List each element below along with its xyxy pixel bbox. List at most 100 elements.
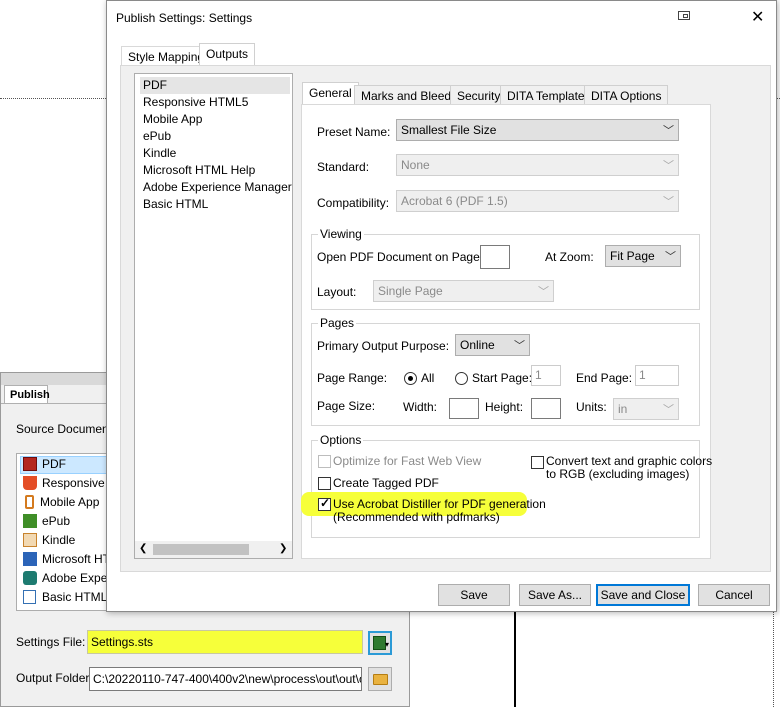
fast-web-label: Optimize for Fast Web View (333, 454, 482, 468)
dotted-rule (0, 98, 106, 99)
save-and-close-button[interactable]: Save and Close (596, 584, 690, 606)
list-item-basic-html[interactable]: Basic HTML (143, 197, 208, 211)
chevron-down-icon: ﹀ (663, 404, 674, 416)
height-input[interactable] (531, 398, 561, 419)
convert-rgb-checkbox[interactable] (531, 456, 544, 469)
open-page-input[interactable] (480, 245, 510, 269)
preset-name-select[interactable]: Smallest File Size ﹀ (396, 119, 679, 141)
publish-settings-dialog: Publish Settings: Settings ✕ Style Mappi… (106, 0, 777, 612)
purpose-select[interactable]: Online ﹀ (455, 334, 530, 356)
standard-select[interactable]: None ﹀ (396, 154, 679, 176)
list-item-mobile[interactable]: Mobile App (23, 495, 99, 513)
range-all-label: All (421, 371, 435, 385)
tab-marks-bleeds[interactable]: Marks and Bleeds (354, 85, 465, 105)
scroll-left-icon[interactable]: ❮ (139, 543, 147, 554)
page-range-label: Page Range: (317, 371, 388, 385)
purpose-label: Primary Output Purpose: (317, 339, 450, 353)
list-item-pdf[interactable]: PDF (23, 457, 66, 475)
end-page-label: End Page: (576, 371, 633, 385)
convert-rgb-sub-label: to RGB (excluding images) (546, 467, 690, 481)
width-label: Width: (403, 400, 438, 414)
layout-label: Layout: (317, 285, 357, 299)
aem-icon (23, 571, 37, 585)
list-item-responsive[interactable]: Responsive H (23, 476, 117, 494)
settings-file-button[interactable]: ▾ (368, 631, 392, 655)
tab-outputs[interactable]: Outputs (199, 43, 256, 65)
close-icon[interactable]: ✕ (751, 7, 764, 27)
end-page-input[interactable]: 1 (635, 365, 679, 386)
list-horizontal-scrollbar[interactable]: ❮ ❯ (135, 541, 292, 558)
chevron-down-icon: ﹀ (663, 125, 674, 137)
preset-name-label: Preset Name: (317, 125, 391, 139)
tab-dita-template[interactable]: DITA Template (500, 85, 592, 105)
list-item-epub[interactable]: ePub (23, 514, 70, 532)
list-item-ms-html-help[interactable]: Microsoft HTML Help (143, 163, 255, 177)
help-icon (23, 552, 37, 566)
save-button[interactable]: Save (438, 584, 510, 606)
scrollbar-thumb[interactable] (153, 544, 249, 555)
options-title: Options (318, 433, 364, 447)
list-item-epub[interactable]: ePub (143, 129, 171, 143)
epub-icon (23, 514, 37, 528)
chevron-down-icon: ﹀ (514, 340, 525, 352)
cancel-button[interactable]: Cancel (698, 584, 770, 606)
standard-label: Standard: (317, 160, 370, 174)
source-document-label: Source Document: (16, 422, 116, 436)
page-edge-line (514, 610, 516, 707)
tab-style-mapping[interactable]: Style Mapping (121, 46, 212, 66)
width-input[interactable] (449, 398, 479, 419)
list-item-kindle[interactable]: Kindle (23, 533, 75, 551)
mobile-icon (25, 495, 34, 509)
list-item-responsive-html5[interactable]: Responsive HTML5 (143, 95, 248, 109)
tab-general[interactable]: General (302, 82, 359, 104)
range-start-radio[interactable] (455, 372, 468, 385)
chevron-down-icon: ﹀ (665, 251, 676, 263)
list-item-kindle[interactable]: Kindle (143, 146, 176, 160)
publish-tab[interactable]: Publish (4, 385, 50, 403)
zoom-select[interactable]: Fit Page ﹀ (605, 245, 681, 267)
height-label: Height: (485, 400, 524, 414)
pdf-icon (23, 457, 37, 471)
chevron-down-icon: ﹀ (538, 286, 549, 298)
start-page-label: Start Page: (472, 371, 533, 385)
list-item-aem[interactable]: Adobe Experience Manager Mo (143, 180, 293, 194)
restore-icon[interactable] (678, 11, 690, 20)
viewing-title: Viewing (318, 227, 364, 241)
distiller-checkbox[interactable]: ✓ (318, 496, 331, 511)
start-page-input[interactable]: 1 (531, 365, 561, 386)
folder-icon (373, 674, 388, 685)
output-list[interactable]: PDF Responsive H Mobile App ePub Kindle … (16, 453, 117, 611)
tagged-pdf-checkbox[interactable] (318, 477, 331, 490)
layout-select[interactable]: Single Page ﹀ (373, 280, 554, 302)
settings-file-field[interactable]: Settings.sts (87, 630, 363, 654)
tab-security[interactable]: Security (450, 85, 508, 105)
compatibility-label: Compatibility: (317, 196, 390, 210)
compatibility-select[interactable]: Acrobat 6 (PDF 1.5) ﹀ (396, 190, 679, 212)
chevron-down-icon: ﹀ (663, 196, 674, 208)
list-item-basic-html[interactable]: Basic HTML (23, 590, 107, 608)
scroll-right-icon[interactable]: ❯ (279, 543, 287, 554)
convert-rgb-label: Convert text and graphic colors (546, 454, 713, 468)
dialog-title: Publish Settings: Settings (116, 11, 253, 25)
list-item-mobile-app[interactable]: Mobile App (143, 112, 202, 126)
distiller-sub-label: (Recommended with pdfmarks) (333, 510, 500, 524)
pages-title: Pages (318, 316, 357, 330)
fast-web-checkbox[interactable] (318, 455, 331, 468)
output-folder-field[interactable]: C:\20220110-747-400\400v2\new\process\ou… (89, 667, 362, 691)
html5-icon (23, 476, 37, 490)
units-select[interactable]: in ﹀ (613, 398, 679, 420)
tab-dita-options[interactable]: DITA Options (584, 85, 669, 105)
list-item-mshelp[interactable]: Microsoft HTI (23, 552, 113, 570)
settings-file-label: Settings File: (16, 635, 86, 649)
list-item-pdf[interactable]: PDF (140, 77, 290, 94)
range-all-radio[interactable] (404, 372, 417, 385)
chevron-down-icon: ▾ (385, 640, 390, 649)
open-page-label: Open PDF Document on Page: (317, 250, 484, 264)
kindle-icon (23, 533, 37, 547)
distiller-label: Use Acrobat Distiller for PDF generation (333, 497, 546, 511)
zoom-label: At Zoom: (545, 250, 594, 264)
browse-folder-button[interactable] (368, 667, 392, 691)
save-as-button[interactable]: Save As... (519, 584, 591, 606)
list-item-aem[interactable]: Adobe Experi (23, 571, 114, 589)
output-type-list[interactable]: PDF Responsive HTML5 Mobile App ePub Kin… (134, 73, 293, 559)
